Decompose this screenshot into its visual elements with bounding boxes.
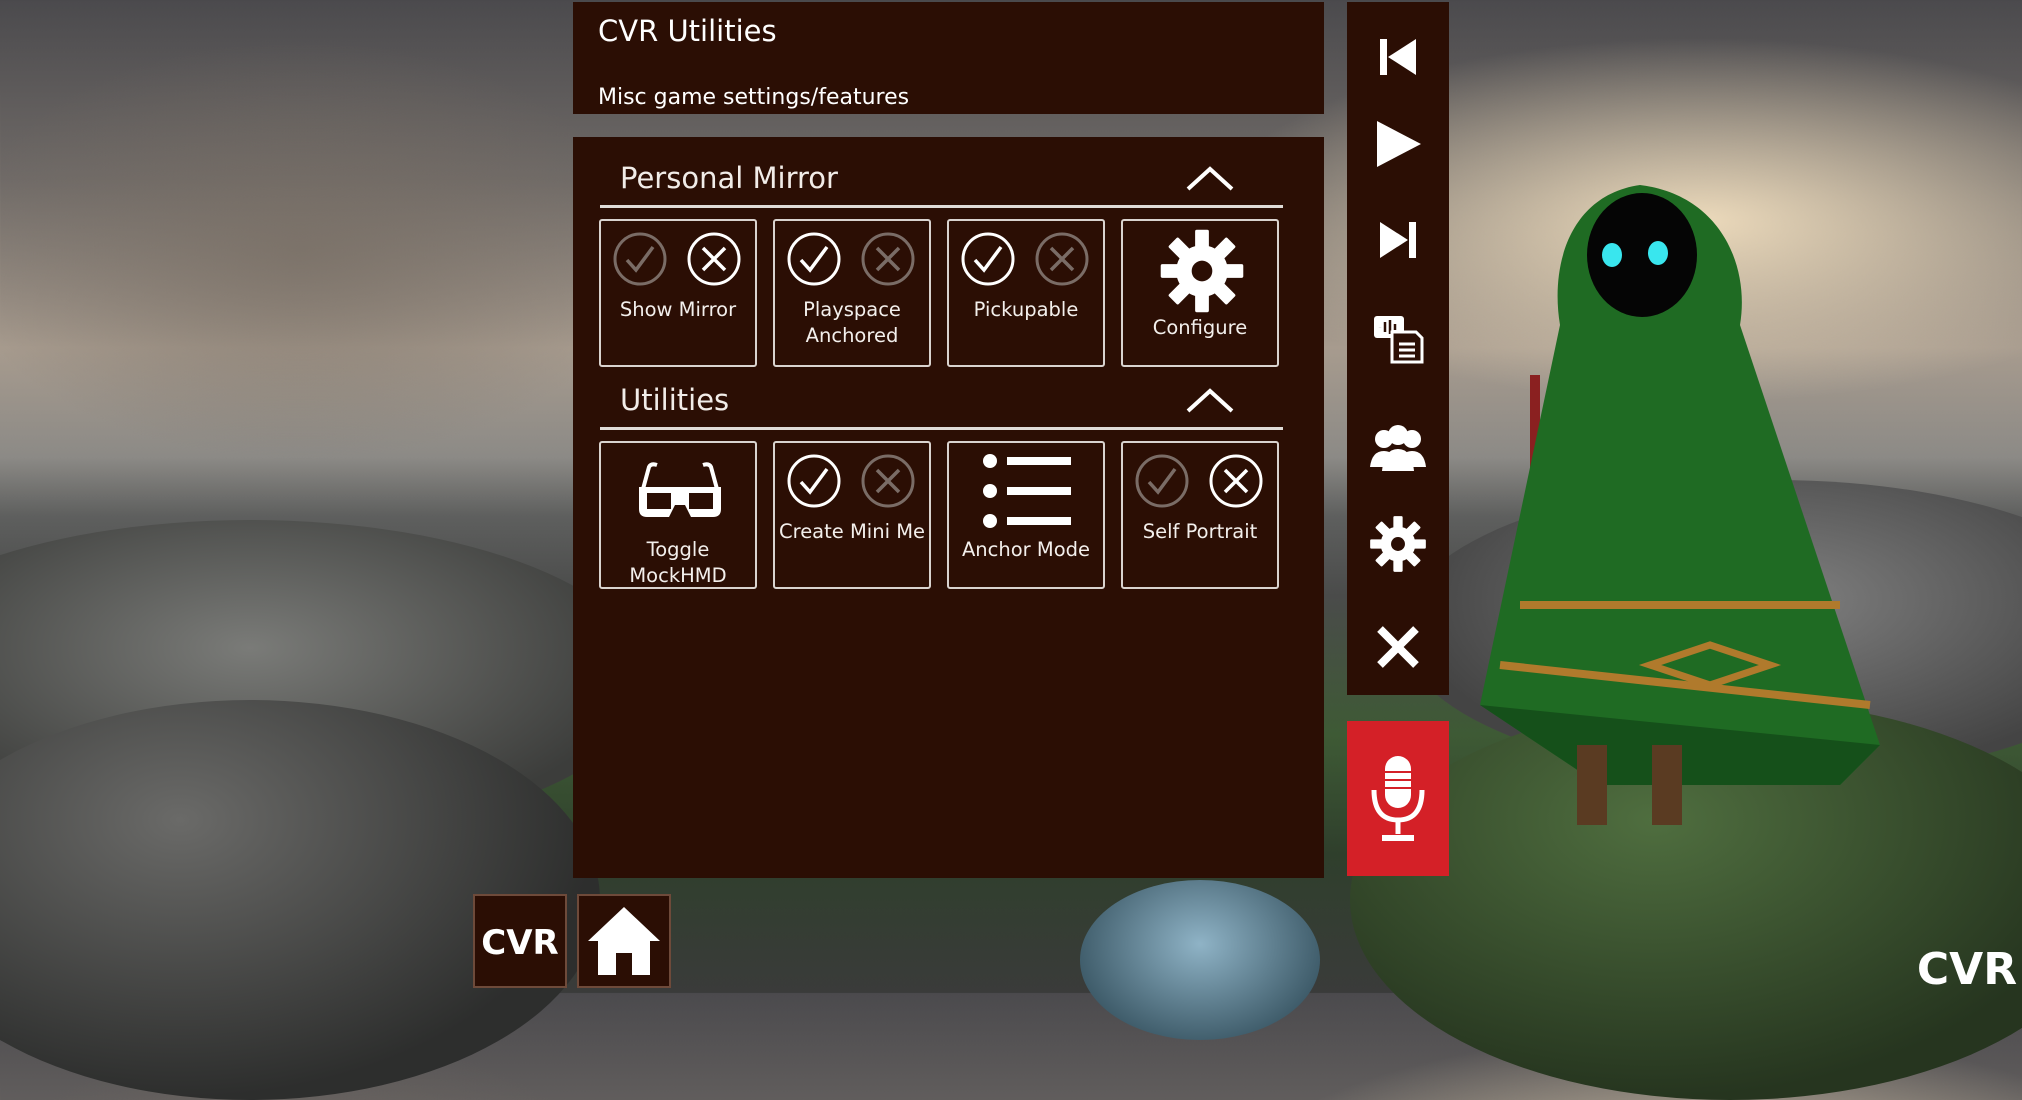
tile-self-portrait[interactable]: Self Portrait bbox=[1121, 441, 1279, 589]
home-button[interactable] bbox=[577, 894, 671, 988]
settings-icon bbox=[1370, 516, 1426, 572]
close-button[interactable] bbox=[1363, 612, 1433, 682]
cvr-main-menu-button[interactable]: CVR bbox=[473, 894, 567, 988]
show-mirror-toggle[interactable] bbox=[613, 232, 747, 288]
enable-check-icon[interactable] bbox=[961, 232, 1015, 286]
disable-x-icon[interactable] bbox=[861, 454, 915, 508]
skip-back-button[interactable] bbox=[1363, 22, 1433, 92]
disable-x-icon[interactable] bbox=[1035, 232, 1089, 286]
section-title-utilities: Utilities bbox=[620, 383, 730, 417]
quick-menu-sidebar bbox=[1347, 2, 1449, 695]
tile-label: Pickupable bbox=[973, 298, 1079, 321]
section-personal-mirror-header[interactable]: Personal Mirror bbox=[600, 137, 1283, 208]
playspace-anchored-toggle[interactable] bbox=[787, 232, 921, 288]
tile-label: Configure bbox=[1152, 316, 1248, 339]
chat-log-button[interactable] bbox=[1363, 303, 1433, 373]
collapse-chevron-icon[interactable] bbox=[1185, 166, 1235, 192]
play-icon bbox=[1377, 121, 1421, 167]
cvr-logo-text: CVR bbox=[481, 923, 558, 963]
page-title: CVR Utilities bbox=[598, 14, 777, 48]
friends-button[interactable] bbox=[1363, 413, 1433, 483]
microphone-button[interactable] bbox=[1347, 721, 1449, 876]
tile-label: Create Mini Me bbox=[778, 520, 926, 543]
tile-playspace-anchored[interactable]: Playspace Anchored bbox=[773, 219, 931, 367]
settings-panel: Personal Mirror Show Mirror Playspace An… bbox=[573, 137, 1324, 878]
enable-check-icon[interactable] bbox=[787, 232, 841, 286]
play-button[interactable] bbox=[1363, 109, 1433, 179]
enable-check-icon[interactable] bbox=[1135, 454, 1189, 508]
tile-label: Anchor Mode bbox=[961, 538, 1091, 561]
pickupable-toggle[interactable] bbox=[961, 232, 1095, 288]
enable-check-icon[interactable] bbox=[613, 232, 667, 286]
tile-label: Playspace Anchored bbox=[803, 298, 901, 347]
disable-x-icon[interactable] bbox=[687, 232, 741, 286]
tile-label: Self Portrait bbox=[1142, 520, 1258, 543]
cvr-logo-icon: CVR bbox=[481, 923, 558, 963]
menu-header: CVR Utilities Misc game settings/feature… bbox=[573, 2, 1324, 114]
section-title-personal-mirror: Personal Mirror bbox=[620, 161, 838, 195]
chat-log-icon bbox=[1374, 316, 1424, 364]
home-icon bbox=[588, 907, 660, 975]
disable-x-icon[interactable] bbox=[861, 232, 915, 286]
collapse-chevron-icon[interactable] bbox=[1185, 388, 1235, 414]
skip-forward-icon bbox=[1380, 222, 1416, 258]
skip-back-icon bbox=[1380, 39, 1416, 75]
disable-x-icon[interactable] bbox=[1209, 454, 1263, 508]
close-icon bbox=[1377, 626, 1419, 668]
skip-forward-button[interactable] bbox=[1363, 205, 1433, 275]
3d-glasses-icon bbox=[639, 462, 721, 517]
self-portrait-toggle[interactable] bbox=[1135, 454, 1269, 510]
list-icon bbox=[983, 454, 1071, 528]
page-subtitle: Misc game settings/features bbox=[598, 85, 910, 110]
create-mini-me-toggle[interactable] bbox=[787, 454, 921, 510]
corner-logo-text: CVR bbox=[1917, 944, 2017, 993]
tile-label: Show Mirror bbox=[619, 298, 737, 321]
tile-show-mirror[interactable]: Show Mirror bbox=[599, 219, 757, 367]
tile-configure[interactable]: Configure bbox=[1121, 219, 1279, 367]
tile-create-mini-me[interactable]: Create Mini Me bbox=[773, 441, 931, 589]
avatar-character bbox=[1480, 185, 1880, 825]
section-utilities-header[interactable]: Utilities bbox=[600, 359, 1283, 430]
tile-label: Toggle MockHMD bbox=[629, 538, 727, 587]
microphone-icon bbox=[1371, 755, 1425, 841]
tile-pickupable[interactable]: Pickupable bbox=[947, 219, 1105, 367]
tile-anchor-mode[interactable]: Anchor Mode bbox=[947, 441, 1105, 589]
settings-button[interactable] bbox=[1363, 509, 1433, 579]
tile-toggle-mockhmd[interactable]: Toggle MockHMD bbox=[599, 441, 757, 589]
corner-cvr-logo: CVR bbox=[1917, 944, 2017, 993]
gear-icon bbox=[1160, 229, 1244, 313]
enable-check-icon[interactable] bbox=[787, 454, 841, 508]
friends-icon bbox=[1370, 425, 1426, 471]
